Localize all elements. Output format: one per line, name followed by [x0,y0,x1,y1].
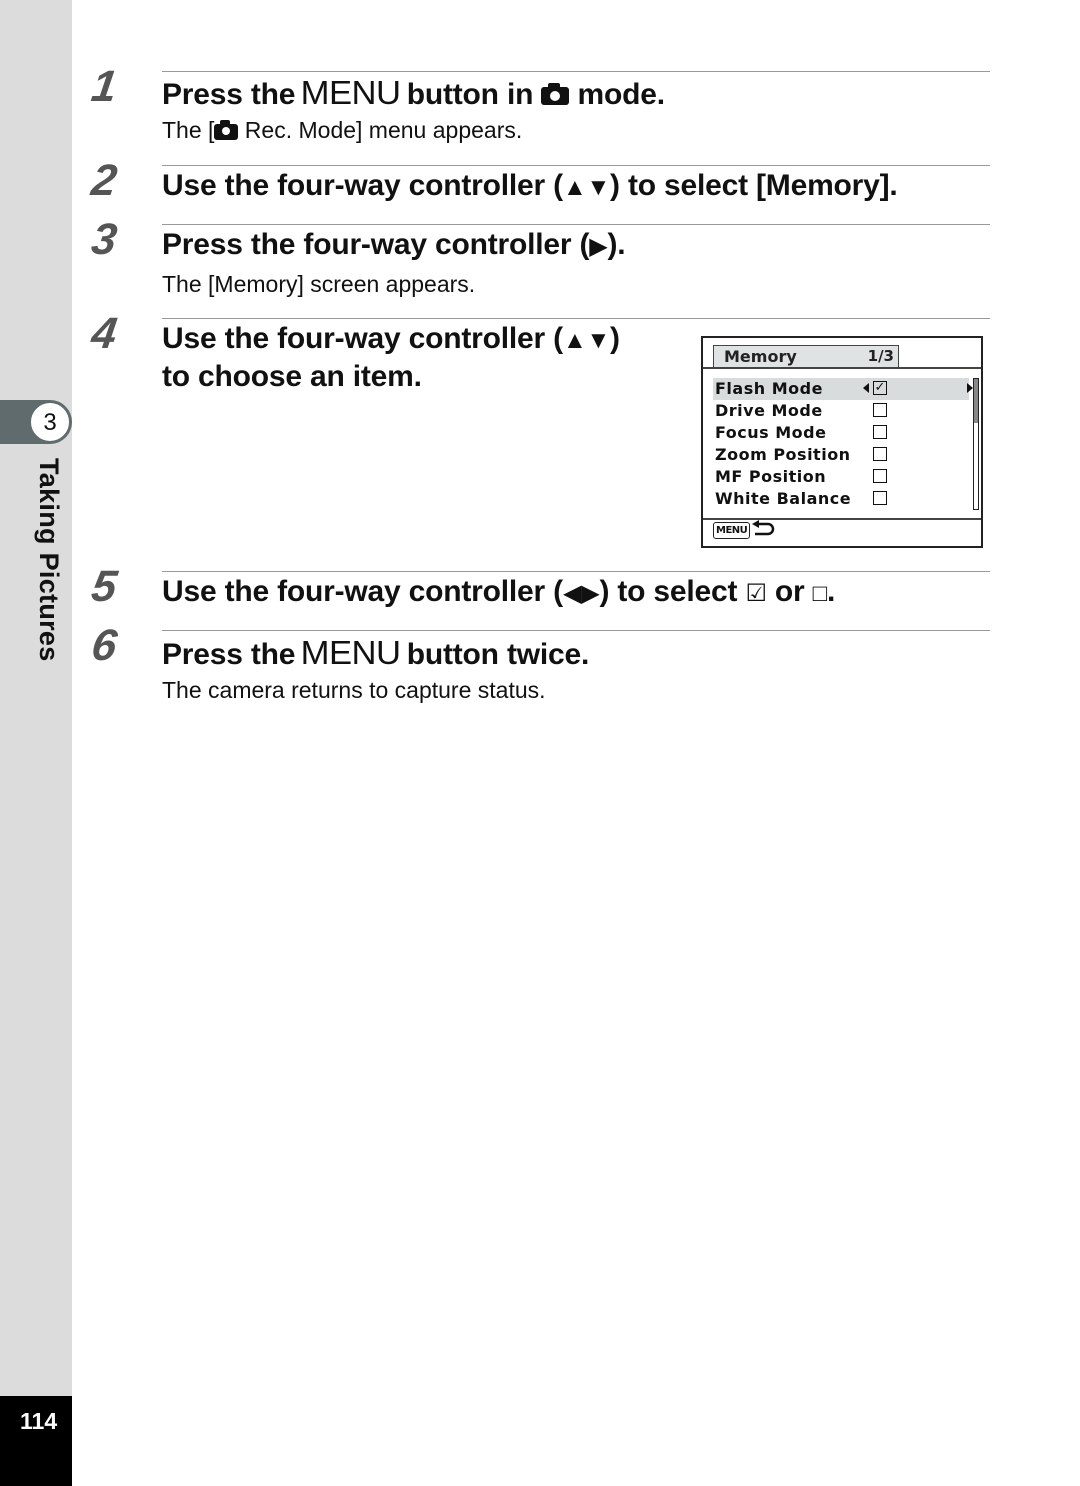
camera-icon [214,119,239,140]
camera-icon [541,82,570,106]
step-text: Use the four-way controller ( [162,575,563,608]
up-down-arrows-icon: ▲▼ [562,327,611,354]
step-text: ) [610,322,620,355]
step-number: 6 [88,621,120,670]
step-number: 1 [88,62,120,111]
checkbox-unchecked-icon[interactable] [873,447,887,461]
scrollbar[interactable] [973,378,979,510]
checkbox-unchecked-icon: □ [812,580,828,607]
divider [703,518,981,520]
step-description: The [ Rec. Mode] menu appears. [162,117,522,144]
step-text: Press the [162,638,304,671]
up-down-arrows-icon: ▲▼ [562,174,611,201]
step-text: Rec. Mode] menu appears. [238,117,523,143]
step-title: Use the four-way controller (◀▶) to sele… [162,575,835,609]
menu-item-label: Zoom Position [715,445,851,464]
menu-item-zoom-position[interactable]: Zoom Position [713,444,969,466]
step-number: 2 [88,156,120,205]
step-description: The [Memory] screen appears. [162,271,476,297]
checkbox-unchecked-icon[interactable] [873,403,887,417]
back-arrow-icon [752,520,775,536]
screen-title: Memory [724,347,797,366]
divider [162,224,990,225]
step-number: 5 [88,562,120,611]
chapter-number: 3 [30,402,70,442]
checkbox-unchecked-icon[interactable] [873,469,887,483]
step-text: button twice. [398,638,590,671]
page-number: 114 [20,1408,58,1434]
menu-item-label: Focus Mode [715,423,827,442]
chapter-title: Taking Pictures [34,458,64,662]
step-number: 3 [88,215,120,264]
memory-menu-list: Flash Mode ✓ Drive Mode Focus Mode Zoom … [713,378,973,510]
step-title: Use the four-way controller (▲▼) [162,322,620,356]
divider [162,318,990,319]
step-title: Press the MENU button twice. [162,634,589,672]
menu-item-white-balance[interactable]: White Balance [713,488,969,510]
step-description: The camera returns to capture status. [162,677,546,703]
menu-item-label: Drive Mode [715,401,823,420]
left-right-arrows-icon: ◀▶ [562,580,600,607]
divider [162,571,990,572]
step-text: mode. [569,78,665,111]
menu-button-icon: MENU [713,522,751,539]
divider [162,630,990,631]
menu-button-label: MENU [301,74,401,111]
menu-button-label: MENU [301,634,401,671]
step-text: ) to select [Memory]. [610,169,898,202]
camera-memory-screen: Memory 1/3 Flash Mode ✓ Drive Mode Focus… [701,336,983,548]
menu-item-label: MF Position [715,467,827,486]
scrollbar-thumb[interactable] [974,379,978,424]
menu-item-label: White Balance [715,489,852,508]
checkbox-unchecked-icon[interactable] [873,425,887,439]
step-text: button in [398,78,542,111]
step-text: Use the four-way controller ( [162,169,563,202]
left-arrow-icon [863,383,869,393]
step-title: Press the four-way controller (▶). [162,228,626,262]
divider [703,367,981,369]
step-title: Use the four-way controller (▲▼) to sele… [162,169,898,203]
screen-page-indicator: 1/3 [867,347,894,365]
step-text: Use the four-way controller ( [162,322,563,355]
step-text: or [766,575,813,608]
menu-item-focus-mode[interactable]: Focus Mode [713,422,969,444]
screen-header: Memory 1/3 [713,345,899,367]
step-number: 4 [88,309,120,358]
divider [162,165,990,166]
step-text: Press the [162,78,304,111]
right-arrow-icon: ▶ [589,233,608,260]
checkbox-checked-icon: ☑ [745,580,767,607]
step-title-line2: to choose an item. [162,360,422,393]
step-text: ). [607,228,626,261]
step-text: . [826,575,836,608]
menu-item-drive-mode[interactable]: Drive Mode [713,400,969,422]
step-text: The [ [162,117,215,143]
checkbox-unchecked-icon[interactable] [873,491,887,505]
step-text: ) to select [599,575,746,608]
checkbox-checked-icon[interactable]: ✓ [873,381,887,395]
step-text: Press the four-way controller ( [162,228,590,261]
menu-item-mf-position[interactable]: MF Position [713,466,969,488]
divider [162,71,990,72]
sidebar [0,0,72,1486]
menu-item-flash-mode[interactable]: Flash Mode ✓ [713,378,973,400]
step-title: Press the MENU button in mode. [162,74,665,112]
menu-item-label: Flash Mode [715,379,823,398]
